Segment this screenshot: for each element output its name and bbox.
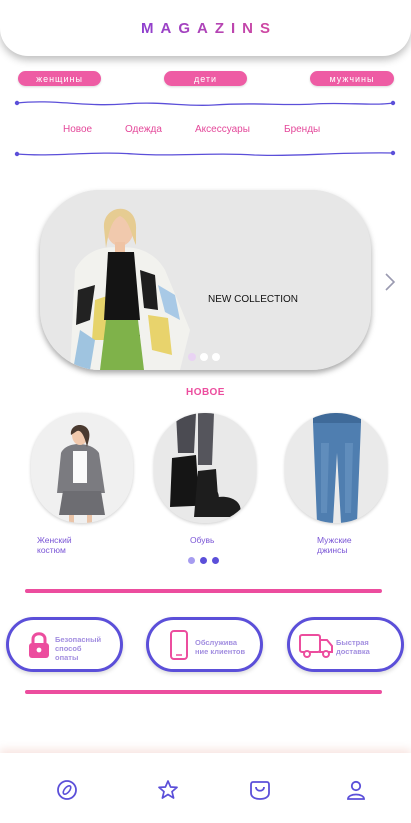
feature-label: Безопасный способ опаты [55,635,102,662]
phone-icon [170,630,188,660]
app-header: MAGAZINS [0,0,411,56]
compass-icon[interactable] [56,779,78,801]
pagination-dot[interactable] [212,353,220,361]
chevron-right-icon[interactable] [383,271,397,293]
product-image [154,413,256,523]
hero-model-image [40,190,371,370]
star-icon[interactable] [157,779,179,801]
profile-icon[interactable] [345,779,367,801]
product-name: Женский костюм [37,535,72,555]
section-title: НОВОЕ [186,387,225,398]
product-name: Мужские джинсы [317,535,352,555]
product-card-shoes[interactable] [154,413,256,523]
category-accessories[interactable]: Аксессуары [195,124,250,135]
bottom-navigation [0,753,411,823]
pagination-dot[interactable] [188,557,195,564]
feature-label: Обслужива ние клиентов [195,638,246,656]
product-card-men-jeans[interactable] [285,413,387,523]
tab-kids[interactable]: дети [164,71,247,86]
hero-banner[interactable]: NEW COLLECTION [40,190,371,370]
product-card-women-suit[interactable] [31,413,133,523]
divider-line [25,690,382,694]
category-clothes[interactable]: Одежда [125,124,162,135]
tab-women[interactable]: женщины [18,71,101,86]
tab-men[interactable]: мужчины [310,71,394,86]
app-logo[interactable]: MAGAZINS [134,20,277,37]
gender-tabs: женщины дети мужчины [18,71,394,86]
pagination-dot[interactable] [200,557,207,564]
product-name: Обувь [190,535,215,545]
category-new[interactable]: Новое [63,124,92,135]
category-brands[interactable]: Бренды [284,124,320,135]
pagination-dot[interactable] [200,353,208,361]
feature-customer-service[interactable]: Обслужива ние клиентов [146,617,263,672]
truck-icon [299,634,333,658]
feature-secure-payment[interactable]: Безопасный способ опаты [6,617,123,672]
bag-icon[interactable] [249,779,271,801]
wave-divider [14,150,396,157]
product-image [285,413,387,523]
category-nav: Новое Одежда Аксессуары Бренды [0,124,411,138]
divider-line [25,589,382,593]
product-image [31,413,133,523]
wave-divider [14,100,396,107]
feature-label: Быстрая доставка [336,638,370,656]
product-pagination [188,557,219,564]
hero-caption: NEW COLLECTION [208,294,299,305]
feature-fast-delivery[interactable]: Быстрая доставка [287,617,404,672]
pagination-dot[interactable] [188,353,196,361]
pagination-dot[interactable] [212,557,219,564]
lock-icon [29,632,49,658]
hero-pagination [188,353,220,361]
